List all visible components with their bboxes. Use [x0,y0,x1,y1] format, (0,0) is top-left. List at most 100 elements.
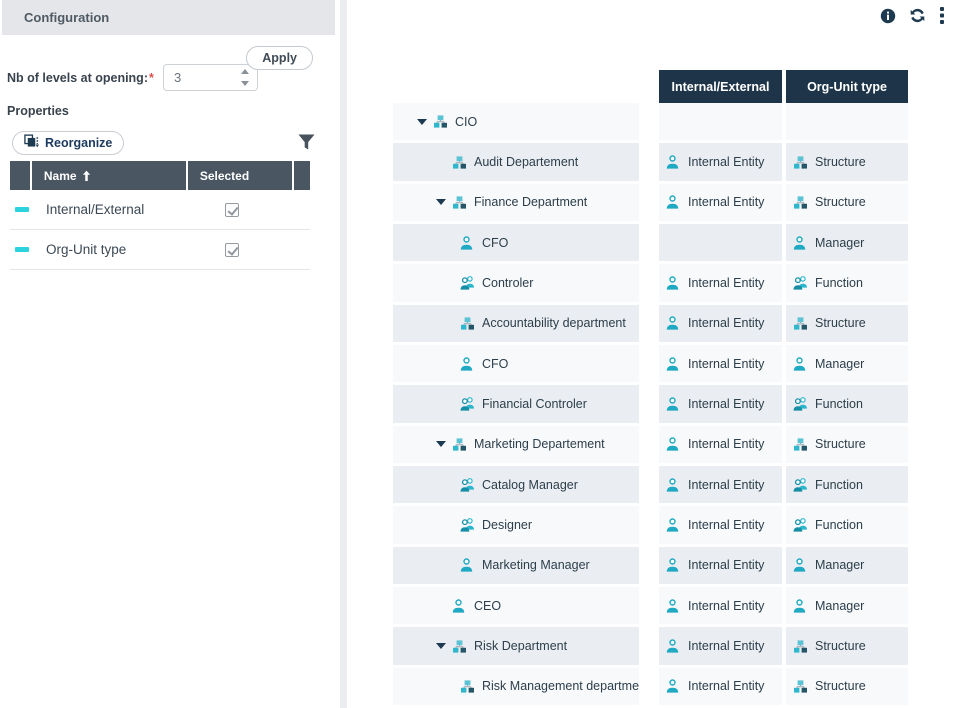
tree-node-label: Risk Management department [482,679,649,693]
expand-toggle[interactable] [442,679,460,693]
collapse-triangle-icon[interactable] [436,441,446,447]
function-icon [793,478,808,492]
structure-icon [460,679,475,693]
tree-row[interactable]: CFO Manager [393,224,908,264]
expand-toggle[interactable] [434,639,452,653]
cell-org-unit-type: Structure [786,668,908,708]
tree-row[interactable]: Designer Internal Entity Function [393,506,908,546]
property-name: Internal/External [29,202,179,217]
tree-row[interactable]: Catalog Manager Internal Entity Function [393,466,908,506]
expand-toggle[interactable] [442,276,460,290]
structure-icon [793,155,808,169]
header-name-column[interactable]: Name [32,161,186,190]
person-icon [460,558,475,572]
expand-toggle[interactable] [442,558,460,572]
person-icon [666,478,681,492]
expand-toggle[interactable] [434,599,452,613]
tree-row[interactable]: Controler Internal Entity Function [393,264,908,304]
menu-button[interactable] [939,6,945,25]
tree-row[interactable]: Risk Department Internal Entity Structur… [393,627,908,667]
tree-row[interactable]: CFO Internal Entity Manager [393,345,908,385]
person-icon [666,437,681,451]
tree-node-label: Risk Department [474,639,567,653]
tree-node-label: Catalog Manager [482,478,578,492]
required-asterisk: * [149,71,154,85]
selected-checkbox[interactable] [225,203,239,217]
expand-toggle[interactable] [442,316,460,330]
reorganize-icon [24,134,39,152]
tree-row[interactable]: Marketing Departement Internal Entity St… [393,426,908,466]
expand-toggle[interactable] [442,357,460,371]
levels-input-wrap [163,64,258,91]
property-name: Org-Unit type [29,242,179,257]
function-icon [793,397,808,411]
cell-internal-external: Internal Entity [659,547,782,587]
tree-row[interactable]: Financial Controler Internal Entity Func… [393,385,908,425]
tree-node-label: Audit Departement [474,155,578,169]
expand-toggle[interactable] [442,478,460,492]
cell-internal-external: Internal Entity [659,264,782,304]
expand-toggle[interactable] [442,518,460,532]
refresh-button[interactable] [909,7,926,24]
cell-internal-external: Internal Entity [659,184,782,224]
function-icon [460,276,475,290]
tree-row[interactable]: CIO [393,103,908,143]
filter-funnel-icon[interactable] [297,133,316,152]
function-icon [793,276,808,290]
cell-org-unit-type: Structure [786,305,908,345]
structure-icon [460,316,475,330]
cell-org-unit-type: Structure [786,143,908,183]
info-icon[interactable] [880,8,896,24]
drag-handle[interactable] [15,207,29,212]
person-icon [666,397,681,411]
expand-toggle[interactable] [434,437,452,451]
person-icon [666,357,681,371]
tree-row[interactable]: Marketing Manager Internal Entity Manage… [393,547,908,587]
expand-toggle[interactable] [415,115,433,129]
tree-row[interactable]: Accountability department Internal Entit… [393,305,908,345]
tree-row[interactable]: Audit Departement Internal Entity Struct… [393,143,908,183]
refresh-icon[interactable] [909,7,926,24]
person-icon [666,679,681,693]
column-header-org-unit-type: Org-Unit type [786,70,908,103]
number-stepper[interactable] [240,69,250,86]
cell-internal-external: Internal Entity [659,466,782,506]
cell-internal-external [659,224,782,264]
reorganize-button[interactable]: Reorganize [12,131,124,155]
apply-button[interactable]: Apply [246,46,313,70]
structure-icon [793,437,808,451]
person-icon [460,236,475,250]
collapse-triangle-icon[interactable] [417,119,427,125]
stepper-down-icon[interactable] [241,81,249,86]
configuration-panel: Configuration Nb of levels at opening:* … [0,0,335,708]
kebab-menu-icon[interactable] [939,6,945,25]
expand-toggle[interactable] [442,397,460,411]
header-selected-column: Selected [188,161,292,190]
person-icon [666,518,681,532]
person-icon [793,599,808,613]
expand-toggle[interactable] [434,155,452,169]
expand-toggle[interactable] [442,236,460,250]
cell-org-unit-type: Function [786,385,908,425]
levels-input[interactable] [164,65,234,90]
selected-checkbox[interactable] [225,243,239,257]
tree-row[interactable]: CEO Internal Entity Manager [393,587,908,627]
org-tree-panel: Internal/External Org-Unit type CIO Audi… [347,0,953,708]
collapse-triangle-icon[interactable] [436,199,446,205]
property-row[interactable]: Internal/External [10,190,310,230]
cell-org-unit-type: Manager [786,547,908,587]
property-row[interactable]: Org-Unit type [10,230,310,270]
column-header-internal-external: Internal/External [659,70,782,103]
header-handle-column [10,161,30,190]
collapse-triangle-icon[interactable] [436,643,446,649]
function-icon [460,518,475,532]
cell-internal-external: Internal Entity [659,668,782,708]
drag-handle[interactable] [15,247,29,252]
cell-internal-external: Internal Entity [659,506,782,546]
expand-toggle[interactable] [434,195,452,209]
tree-row[interactable]: Finance Department Internal Entity Struc… [393,184,908,224]
info-button[interactable] [880,8,896,24]
tree-row[interactable]: Risk Management department Internal Enti… [393,668,908,708]
stepper-up-icon[interactable] [241,69,249,74]
header-end-column [294,161,310,190]
